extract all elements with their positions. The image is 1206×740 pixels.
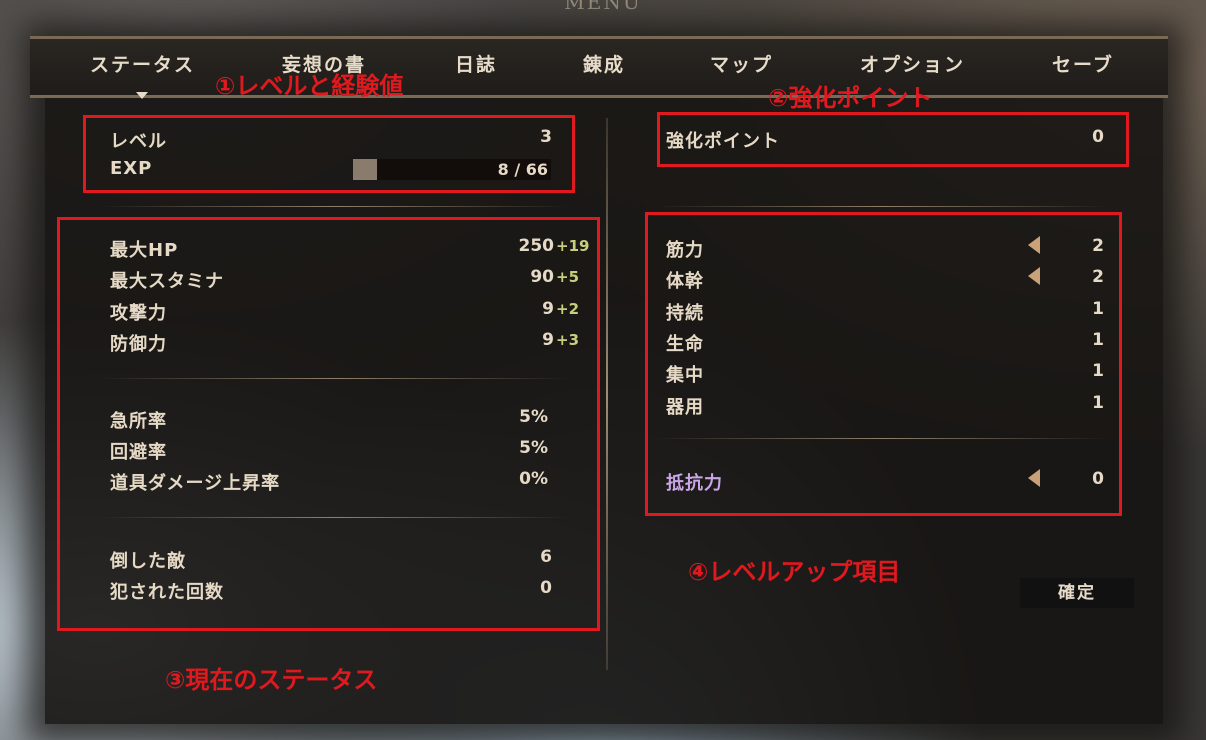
tab-options[interactable]: オプション: [860, 50, 965, 77]
annotation-label-status: ③現在のステータス: [165, 666, 378, 694]
annotation-label-upgrade: ②強化ポイント: [768, 84, 933, 112]
divider: [100, 206, 570, 207]
annotation-label-levelup: ④レベルアップ項目: [688, 558, 901, 586]
annotation-box-level: [83, 115, 575, 193]
tab-save[interactable]: セーブ: [1052, 50, 1114, 77]
annotation-box-levelup: [645, 212, 1122, 516]
selected-tab-indicator: [136, 92, 148, 99]
annotation-box-upgrade: [657, 112, 1129, 167]
tab-alchemy[interactable]: 錬成: [583, 50, 625, 77]
divider: [655, 206, 1110, 207]
confirm-button[interactable]: 確定: [1020, 578, 1134, 608]
column-divider: [606, 118, 608, 670]
annotation-box-status: [57, 217, 600, 631]
menu-title: MENU: [564, 0, 642, 14]
tab-journal[interactable]: 日誌: [455, 50, 497, 77]
tab-map[interactable]: マップ: [710, 50, 773, 77]
tab-status[interactable]: ステータス: [90, 50, 195, 77]
annotation-label-level: ①レベルと経験値: [215, 72, 404, 100]
